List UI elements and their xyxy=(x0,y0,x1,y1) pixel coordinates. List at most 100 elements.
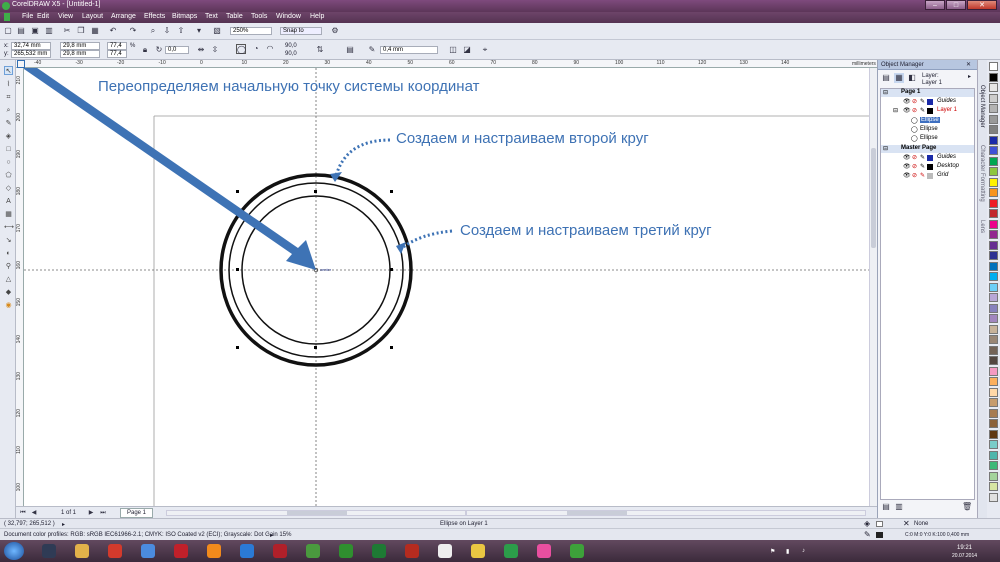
menu-help[interactable]: Help xyxy=(310,13,324,20)
menu-window[interactable]: Window xyxy=(276,13,301,20)
application-launcher-icon[interactable]: ▾ xyxy=(194,26,204,36)
collapse-layer1-icon[interactable]: ⊟ xyxy=(893,107,898,114)
palette-swatch[interactable] xyxy=(989,198,998,208)
taskbar-app-chrome[interactable] xyxy=(135,542,161,560)
tab-lens[interactable]: Lens xyxy=(979,220,985,233)
menu-tools[interactable]: Tools xyxy=(251,13,267,20)
table-tool-icon[interactable]: ▦ xyxy=(4,210,13,219)
taskbar-app-icon-mail[interactable] xyxy=(531,542,557,560)
palette-swatch[interactable] xyxy=(989,377,998,386)
tray-flag-icon[interactable]: ⚑ xyxy=(770,548,775,555)
start-button[interactable] xyxy=(4,542,24,560)
menu-file[interactable]: File xyxy=(22,13,33,20)
palette-swatch[interactable] xyxy=(989,240,998,250)
taskbar-app-red-ball[interactable] xyxy=(267,542,293,560)
edit-across-layers-icon[interactable]: ◧ xyxy=(907,73,917,83)
cut-icon[interactable]: ✂ xyxy=(62,26,72,36)
taskbar-app-photo-app[interactable] xyxy=(333,542,359,560)
docker-menu-icon[interactable]: ▸ xyxy=(968,73,971,80)
layer-properties-icon[interactable]: ▤ xyxy=(881,73,891,83)
lock-icon[interactable]: ✎ xyxy=(920,163,925,170)
lock-icon[interactable]: ✎ xyxy=(920,154,925,161)
interactive-fill-icon[interactable]: ◉ xyxy=(4,301,13,310)
basic-shapes-icon[interactable]: ◇ xyxy=(4,184,13,193)
collapse-page1-icon[interactable]: ⊟ xyxy=(883,89,888,96)
palette-swatch[interactable] xyxy=(989,83,998,92)
page-tab[interactable]: Page 1 xyxy=(120,508,154,518)
palette-swatch[interactable] xyxy=(989,345,998,355)
eye-icon[interactable]: 👁︎ xyxy=(903,98,911,105)
eyedropper-tool-icon[interactable]: ⚲ xyxy=(4,262,13,271)
convert-to-curves-icon[interactable]: ⌖ xyxy=(480,45,490,55)
taskbar-app-excel-green[interactable] xyxy=(366,542,392,560)
layer-manager-view-icon[interactable]: ▦ xyxy=(894,73,904,83)
taskbar-app-ie[interactable] xyxy=(234,542,260,560)
connector-tool-icon[interactable]: ↘ xyxy=(4,236,13,245)
tab-character-formatting[interactable]: Character Formatting xyxy=(979,145,985,202)
vertical-scrollbar[interactable] xyxy=(869,68,877,506)
mirror-horizontal-icon[interactable]: ⇹ xyxy=(196,45,206,55)
taskbar-app-icon-drive[interactable] xyxy=(498,542,524,560)
tray-volume-icon[interactable]: ♪ xyxy=(802,548,805,554)
layer-color-swatch[interactable] xyxy=(927,108,933,114)
palette-swatch[interactable] xyxy=(989,135,998,145)
menu-arrange[interactable]: Arrange xyxy=(111,13,136,20)
clock-date[interactable]: 20.07.2014 xyxy=(952,553,977,559)
blend-tool-icon[interactable]: ◐ xyxy=(4,249,13,258)
paste-icon[interactable]: ▦ xyxy=(90,26,100,36)
status-expand-icon[interactable]: ▸ xyxy=(62,521,65,528)
import-icon[interactable]: ⇩ xyxy=(162,26,172,36)
scale-x-field[interactable]: 77,4 xyxy=(107,42,127,50)
palette-swatch[interactable] xyxy=(989,188,998,197)
palette-swatch[interactable] xyxy=(989,324,998,334)
taskbar-app-gmail[interactable] xyxy=(102,542,128,560)
palette-swatch[interactable] xyxy=(989,303,998,313)
ellipse-mode-icon[interactable]: ◯ xyxy=(236,44,246,54)
palette-swatch[interactable] xyxy=(989,62,998,71)
minimize-button[interactable]: – xyxy=(925,0,945,10)
drawing-canvas[interactable]: center Переопределяем начальную точку си… xyxy=(24,68,869,506)
palette-swatch[interactable] xyxy=(989,471,998,481)
prev-page-icon[interactable]: ◀ xyxy=(29,508,39,518)
horizontal-ruler[interactable]: -40 -30 -20 -10 0 10 20 30 40 50 60 70 80 90 100 110 120… xyxy=(16,60,877,68)
palette-swatch[interactable] xyxy=(989,261,998,271)
arc-mode-icon[interactable]: ◠ xyxy=(265,44,275,54)
lock-icon[interactable]: ✎ xyxy=(920,107,925,114)
search-content-icon[interactable]: ⌕ xyxy=(148,26,158,36)
last-page-icon[interactable]: ⏭ xyxy=(98,508,108,518)
new-master-layer-icon[interactable]: ▥ xyxy=(894,502,904,512)
zoom-level-select[interactable]: 250% xyxy=(230,27,272,35)
pie-mode-icon[interactable]: ◔ xyxy=(251,44,261,54)
close-button[interactable]: ✕ xyxy=(967,0,997,10)
height-field[interactable]: 29,8 mm xyxy=(60,50,100,58)
eye-icon[interactable]: 👁︎ xyxy=(903,172,911,179)
layer1-row[interactable]: ⊟ 👁︎ ⊘ ✎ Layer 1 xyxy=(881,107,974,115)
palette-swatch[interactable] xyxy=(989,230,998,239)
menu-edit[interactable]: Edit xyxy=(37,13,49,20)
export-icon[interactable]: ⇧ xyxy=(176,26,186,36)
taskbar-app-opera[interactable] xyxy=(168,542,194,560)
palette-swatch[interactable] xyxy=(989,93,998,103)
palette-swatch[interactable] xyxy=(989,356,998,365)
palette-swatch[interactable] xyxy=(989,293,998,302)
open-icon[interactable]: ▤ xyxy=(16,26,26,36)
to-front-icon[interactable]: ◫ xyxy=(448,45,458,55)
clock-time[interactable]: 19:21 xyxy=(957,545,972,551)
color-profiles[interactable]: Document color profiles: RGB: sRGB IEC61… xyxy=(4,532,291,538)
polygon-tool-icon[interactable]: ⬠ xyxy=(4,171,13,180)
text-tool-icon[interactable]: A xyxy=(4,197,13,206)
horizontal-scrollbar[interactable] xyxy=(166,510,466,516)
palette-swatch[interactable] xyxy=(989,450,998,460)
print-toggle-icon[interactable]: ⊘ xyxy=(912,163,917,170)
palette-swatch[interactable] xyxy=(989,219,998,229)
outline-width-select[interactable]: 0,4 mm xyxy=(380,46,438,54)
collapse-master-icon[interactable]: ⊟ xyxy=(883,145,888,152)
undo-icon[interactable]: ↶ xyxy=(108,26,118,36)
new-document-icon[interactable]: ▢ xyxy=(3,26,13,36)
palette-swatch[interactable] xyxy=(989,440,998,449)
palette-swatch[interactable] xyxy=(989,482,998,491)
taskbar-app-folder[interactable] xyxy=(69,542,95,560)
dimension-tool-icon[interactable]: ⟷ xyxy=(4,223,14,232)
welcome-screen-icon[interactable]: ▧ xyxy=(212,26,222,36)
palette-swatch[interactable] xyxy=(989,429,998,439)
